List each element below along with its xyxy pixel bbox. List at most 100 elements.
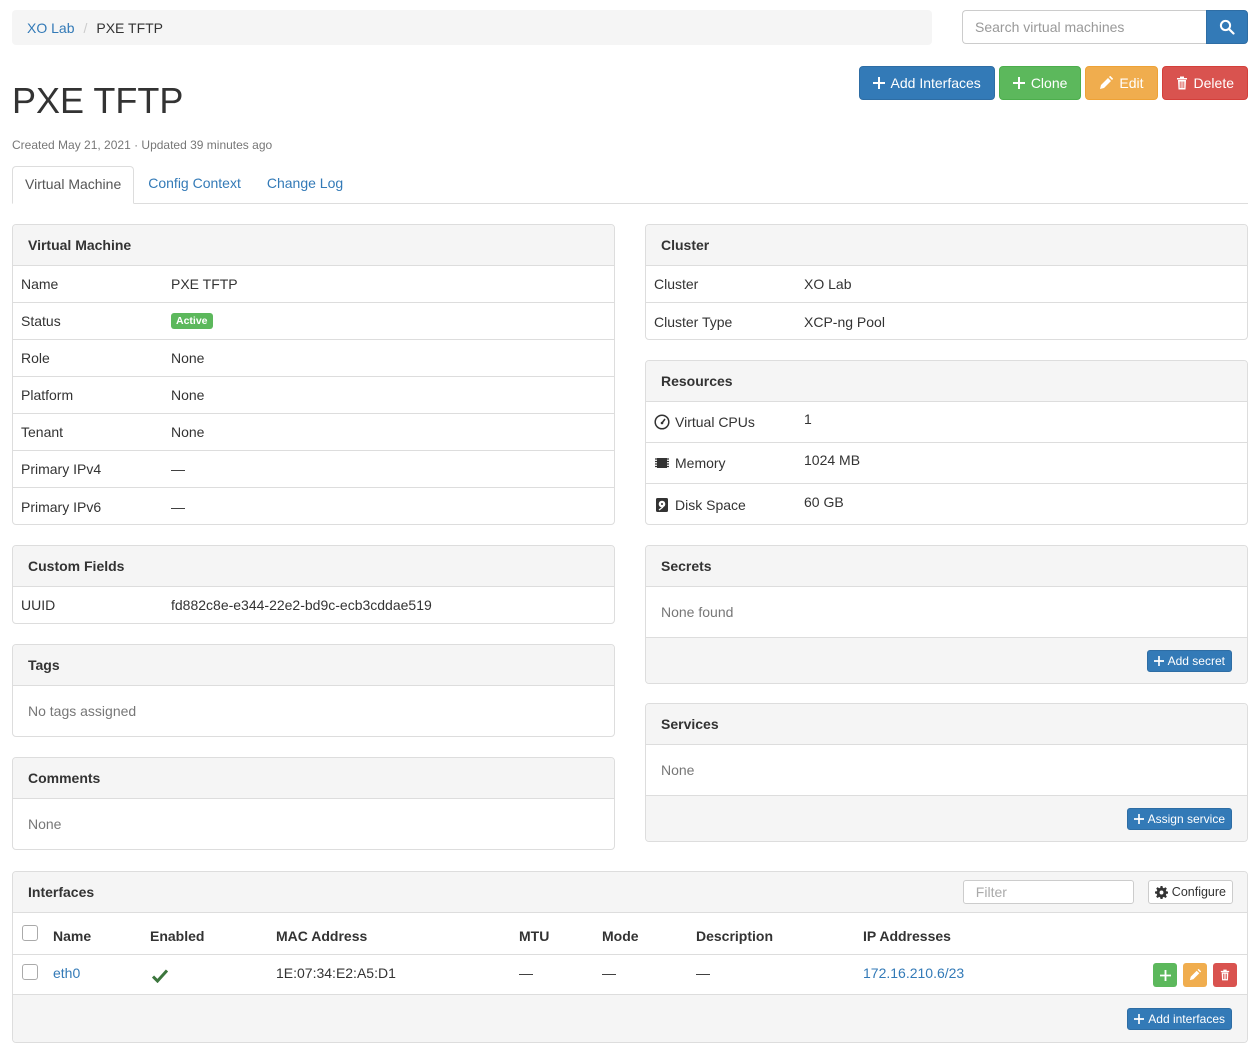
row-key: Primary IPv4 [21, 461, 102, 477]
row-key: Status [21, 313, 61, 329]
resources-panel: Resources Virtual CPUs 1 Memory 1024 MB … [645, 360, 1248, 525]
interface-filter-input[interactable] [962, 880, 1134, 904]
primary-ipv6-value: — [171, 498, 185, 515]
tab-virtual-machine[interactable]: Virtual Machine [12, 166, 135, 204]
interfaces-footer: Add interfaces [13, 995, 1247, 1042]
interfaces-panel: Interfaces Configure Name Enabled MAC Ad… [12, 871, 1248, 1043]
cluster-type-row: Cluster Type XCP-ng Pool [646, 303, 1247, 339]
interface-name-link[interactable]: eth0 [53, 965, 80, 981]
column-header[interactable]: IP Addresses [863, 928, 951, 944]
primary-ipv4-value: — [171, 461, 185, 477]
cluster-link[interactable]: XO Lab [804, 276, 851, 292]
row-key: Tenant [21, 424, 64, 440]
resource-row-memory: Memory 1024 MB [646, 443, 1247, 484]
assign-service-button[interactable]: Assign service [1126, 807, 1232, 830]
add-interfaces-footer-label: Add interfaces [1148, 1011, 1225, 1026]
uuid-value: fd882c8e-e344-22e2-bd9c-ecb3cddae519 [171, 597, 432, 613]
tab-bar: Virtual Machine Config Context Change Lo… [12, 166, 1248, 204]
column-header[interactable]: Mode [602, 928, 639, 944]
panel-heading: Cluster [646, 225, 1247, 266]
cluster-row: Cluster XO Lab [646, 266, 1247, 303]
comments-panel: Comments None [12, 757, 615, 850]
disk-space-label: Disk Space [675, 496, 746, 513]
status-badge: Active [171, 313, 213, 329]
column-header[interactable]: MAC Address [276, 928, 367, 944]
panel-heading: Comments [13, 758, 614, 799]
vm-row-name: Name PXE TFTP [13, 266, 614, 303]
delete-interface-button[interactable] [1213, 963, 1237, 987]
page-title: PXE TFTP [12, 80, 184, 121]
column-header[interactable]: Description [696, 928, 773, 944]
plus-icon [1134, 1013, 1145, 1024]
column-header[interactable]: MTU [519, 928, 549, 944]
add-interfaces-label: Add Interfaces [890, 75, 981, 91]
panel-heading: Interfaces [28, 884, 95, 900]
row-key: Memory [654, 455, 804, 471]
vm-row-primary-ipv6: Primary IPv6 — [13, 488, 614, 524]
plus-icon [1012, 77, 1025, 89]
comments-body: None [28, 816, 62, 832]
panel-heading: Custom Fields [13, 546, 614, 587]
vcpus-label: Virtual CPUs [675, 414, 755, 430]
row-key: Primary IPv6 [21, 498, 102, 515]
row-key: Cluster Type [654, 313, 733, 330]
add-secret-button[interactable]: Add secret [1146, 649, 1232, 672]
column-header[interactable]: Name [53, 928, 91, 944]
description-value: — [696, 965, 710, 981]
delete-button[interactable]: Delete [1161, 66, 1248, 100]
row-checkbox[interactable] [22, 964, 38, 980]
tab-config-context[interactable]: Config Context [136, 166, 253, 204]
platform-value: None [171, 387, 205, 403]
chip-icon [655, 458, 669, 468]
search-button[interactable] [1206, 10, 1248, 44]
custom-field-row: UUID fd882c8e-e344-22e2-bd9c-ecb3cddae51… [13, 587, 614, 623]
edit-interface-button[interactable] [1183, 963, 1207, 987]
assign-service-label: Assign service [1147, 811, 1225, 826]
mac-address: 1E:07:34:E2:A5:D1 [276, 965, 396, 981]
breadcrumb-current: PXE TFTP [96, 19, 164, 36]
services-footer: Assign service [646, 795, 1247, 841]
interfaces-heading: Interfaces Configure [13, 872, 1247, 913]
column-header[interactable]: Enabled [150, 928, 204, 944]
clone-button[interactable]: Clone [998, 66, 1082, 100]
gauge-icon [654, 414, 670, 430]
add-ip-button[interactable] [1153, 963, 1177, 987]
vcpus-value: 1 [804, 411, 812, 427]
disk-space-value: 60 GB [804, 493, 844, 510]
plus-icon [1159, 969, 1171, 981]
vm-row-status: Status Active [13, 303, 614, 340]
search-icon [1219, 19, 1235, 35]
select-all-checkbox[interactable] [22, 925, 38, 941]
tags-body: No tags assigned [28, 703, 137, 719]
configure-label: Configure [1171, 885, 1226, 899]
pencil-icon [1189, 969, 1201, 981]
vm-row-role: Role None [13, 340, 614, 377]
breadcrumb: XO Lab / PXE TFTP [12, 10, 932, 45]
resource-row-vcpus: Virtual CPUs 1 [646, 402, 1247, 443]
custom-fields-panel: Custom Fields UUID fd882c8e-e344-22e2-bd… [12, 545, 615, 624]
add-interfaces-button[interactable]: Add Interfaces [858, 66, 995, 100]
vm-name-value: PXE TFTP [171, 276, 238, 292]
services-panel: Services None Assign service [645, 703, 1248, 842]
services-body: None [661, 762, 695, 778]
add-interfaces-footer-button[interactable]: Add interfaces [1127, 1007, 1232, 1030]
search-input[interactable] [962, 10, 1206, 44]
add-secret-label: Add secret [1167, 653, 1225, 668]
interfaces-table-header: Name Enabled MAC Address MTU Mode Descri… [13, 913, 1247, 955]
trash-icon [1220, 969, 1230, 981]
tenant-value: None [171, 424, 205, 440]
resource-row-disk: Disk Space 60 GB [646, 484, 1247, 524]
configure-button[interactable]: Configure [1147, 880, 1233, 904]
vm-row-platform: Platform None [13, 377, 614, 414]
edit-button[interactable]: Edit [1085, 66, 1158, 100]
ip-address-link[interactable]: 172.16.210.6/23 [863, 965, 964, 981]
row-key: Platform [21, 387, 74, 403]
secrets-panel: Secrets None found Add secret [645, 545, 1248, 684]
row-actions [1153, 963, 1237, 987]
plus-icon [872, 77, 885, 89]
tab-change-log[interactable]: Change Log [255, 166, 355, 204]
delete-label: Delete [1193, 75, 1234, 91]
panel-heading: Virtual Machine [13, 225, 614, 266]
cluster-type-value: XCP-ng Pool [804, 313, 885, 330]
breadcrumb-cluster-link[interactable]: XO Lab [27, 20, 74, 36]
